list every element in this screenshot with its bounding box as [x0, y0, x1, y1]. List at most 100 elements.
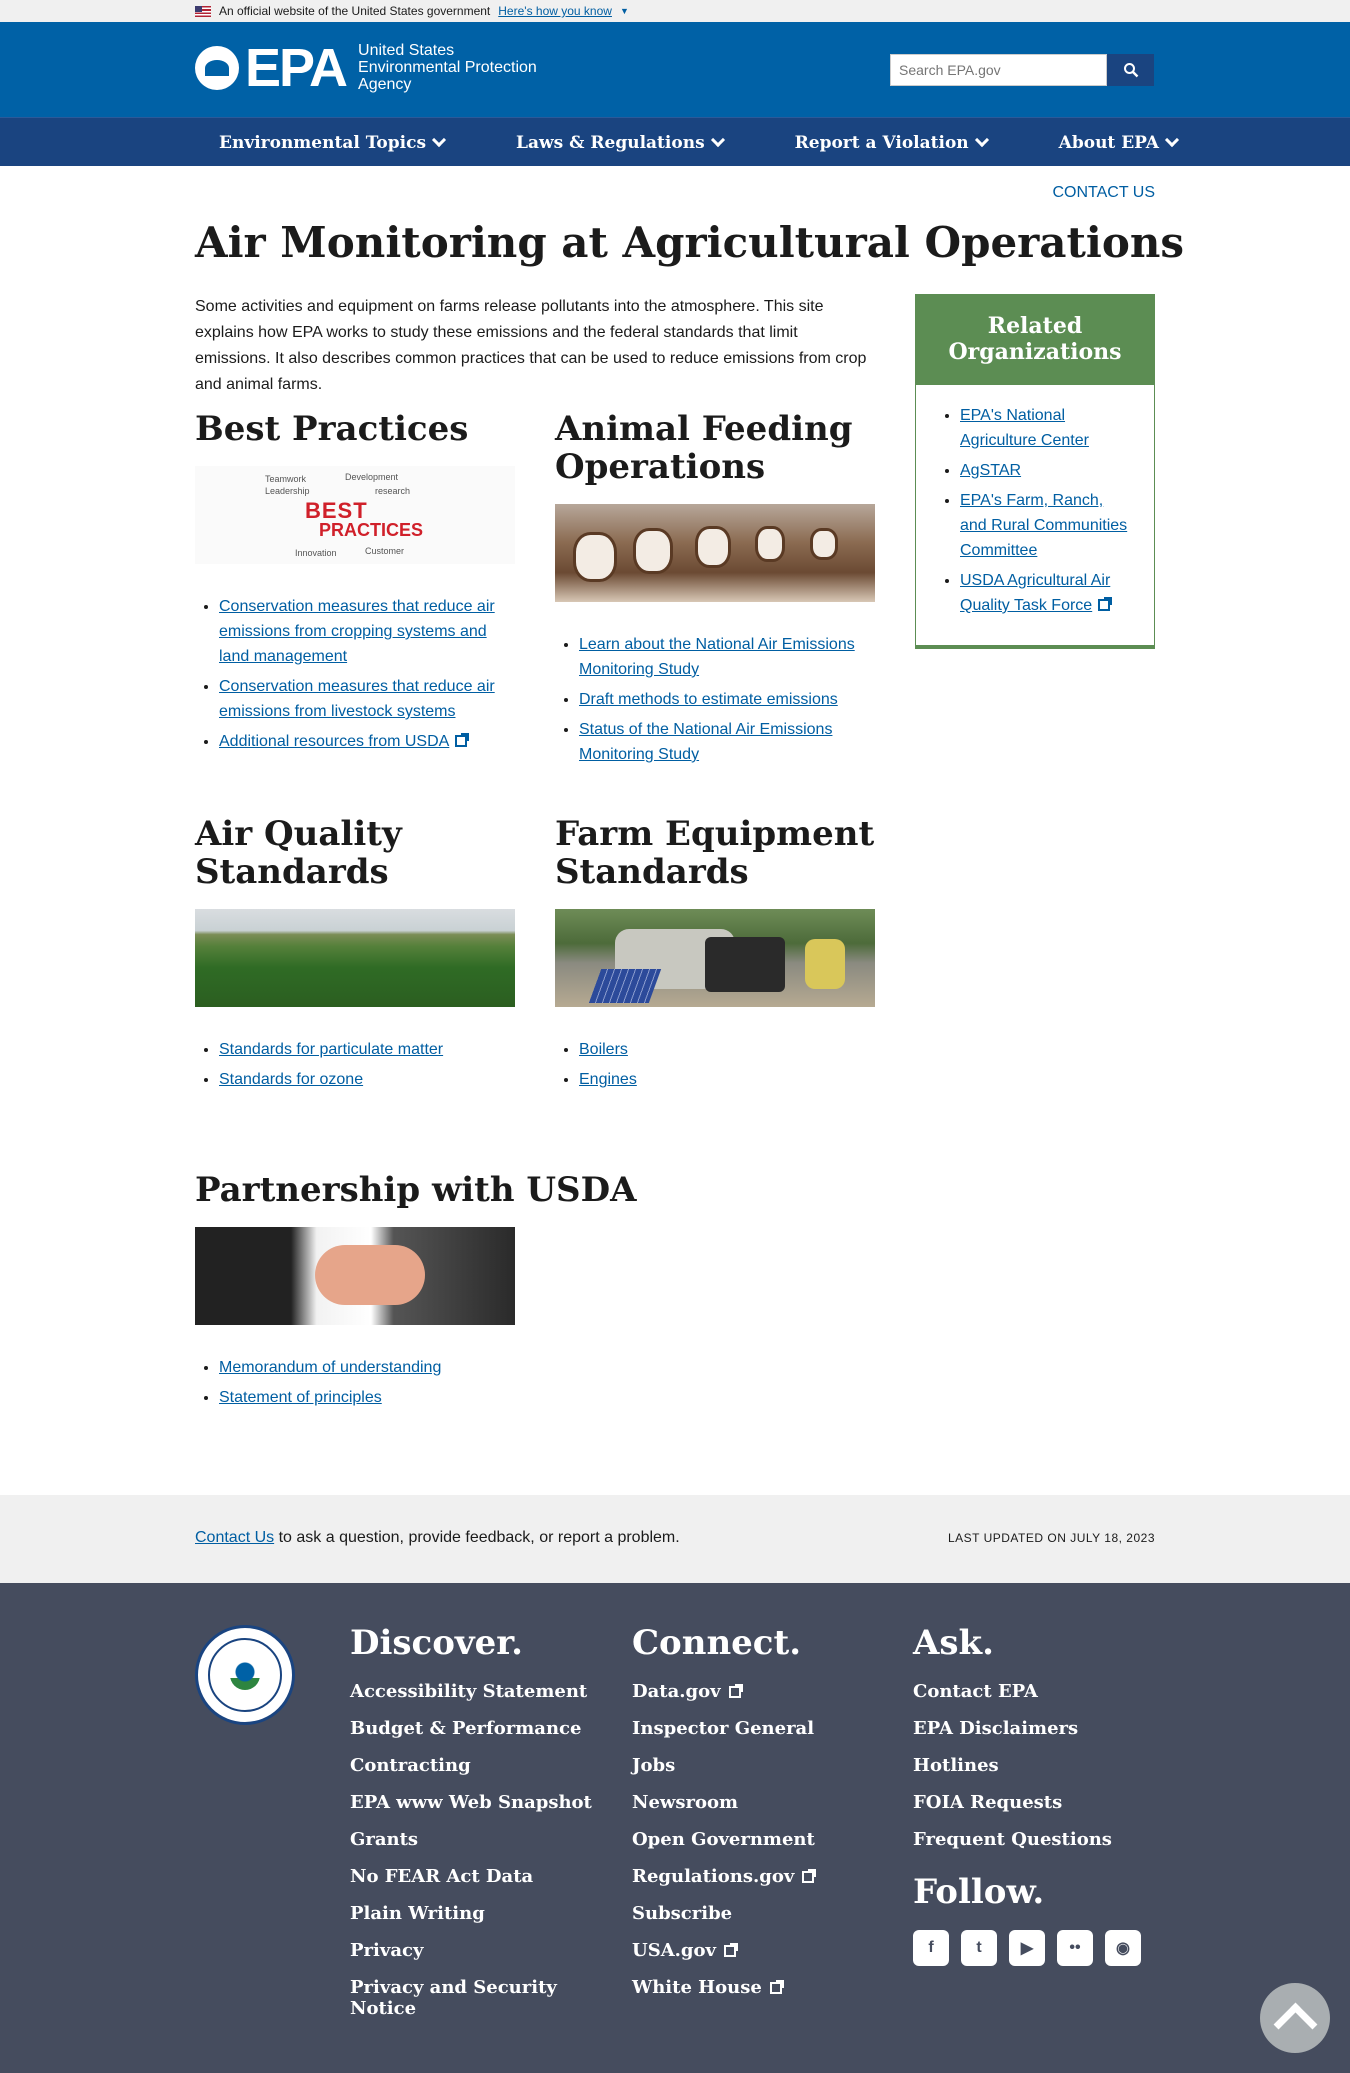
usda-section: Partnership with USDA Memorandum of unde…	[195, 1171, 715, 1415]
usda-links: Memorandum of understanding Statement of…	[195, 1355, 715, 1410]
best-practices-image: Teamwork Development Leadership research…	[195, 466, 515, 564]
section-heading: Farm Equipment Standards	[555, 814, 875, 892]
footer-link[interactable]: Subscribe	[632, 1903, 815, 1924]
epa-mark-icon	[195, 45, 239, 90]
footer-link[interactable]: Grants	[350, 1829, 592, 1850]
footer-link[interactable]: Inspector General	[632, 1718, 815, 1739]
chevron-down-icon	[1164, 132, 1179, 148]
footer-link[interactable]: Frequent Questions	[913, 1829, 1141, 1850]
footer-link[interactable]: Open Government	[632, 1829, 815, 1850]
footer-link[interactable]: Jobs	[632, 1755, 815, 1776]
link[interactable]: AgSTAR	[960, 462, 1021, 479]
footer-link[interactable]: Hotlines	[913, 1755, 1141, 1776]
link[interactable]: Memorandum of understanding	[219, 1359, 441, 1376]
link[interactable]: USDA Agricultural Air Quality Task Force	[960, 572, 1110, 614]
nav-item-report-violation[interactable]: Report a Violation	[795, 132, 989, 153]
chevron-down-icon	[974, 132, 989, 148]
footer-link[interactable]: Privacy and Security Notice	[350, 1977, 560, 2019]
contact-us-link[interactable]: CONTACT US	[1052, 184, 1155, 202]
link[interactable]: Additional resources from USDA	[219, 733, 449, 750]
footer-link[interactable]: Accessibility Statement	[350, 1681, 592, 1702]
link[interactable]: Boilers	[579, 1041, 628, 1058]
footer-link[interactable]: USA.gov	[632, 1940, 815, 1961]
search-form	[890, 54, 1154, 86]
farm-equipment-section: Farm Equipment Standards Boilers Engines	[555, 815, 875, 1097]
link[interactable]: Engines	[579, 1071, 637, 1088]
footer-link[interactable]: FOIA Requests	[913, 1792, 1141, 1813]
footer-ask: Ask. Contact EPA EPA Disclaimers Hotline…	[913, 1623, 1141, 1966]
epa-logo[interactable]: EPA United States Environmental Protecti…	[195, 41, 537, 95]
footer-discover: Discover. Accessibility Statement Budget…	[350, 1623, 592, 2035]
search-icon	[1123, 63, 1138, 78]
list-item: Draft methods to estimate emissions	[579, 687, 875, 712]
footer-link[interactable]: Data.gov	[632, 1681, 815, 1702]
footer-heading: Discover.	[350, 1623, 523, 1663]
farm-equipment-links: Boilers Engines	[555, 1037, 875, 1092]
footer-link[interactable]: Contact EPA	[913, 1681, 1141, 1702]
link[interactable]: EPA's National Agriculture Center	[960, 407, 1089, 449]
farm-equipment-image	[555, 909, 875, 1007]
footer-link[interactable]: No FEAR Act Data	[350, 1866, 592, 1887]
list-item: EPA's National Agriculture Center	[960, 403, 1134, 453]
link[interactable]: Conservation measures that reduce air em…	[219, 598, 495, 665]
search-input[interactable]	[890, 54, 1107, 86]
footer-heading: Connect.	[632, 1623, 802, 1663]
footer-link[interactable]: EPA www Web Snapshot	[350, 1792, 592, 1813]
link[interactable]: EPA's Farm, Ranch, and Rural Communities…	[960, 492, 1127, 559]
related-links: EPA's National Agriculture Center AgSTAR…	[916, 385, 1154, 618]
link[interactable]: Learn about the National Air Emissions M…	[579, 636, 855, 678]
list-item: USDA Agricultural Air Quality Task Force	[960, 568, 1134, 618]
facebook-icon[interactable]: f	[913, 1930, 949, 1966]
contact-us-footer-link[interactable]: Contact Us	[195, 1529, 274, 1546]
section-heading: Air Quality Standards	[195, 814, 402, 892]
list-item: Conservation measures that reduce air em…	[219, 594, 515, 669]
link[interactable]: Status of the National Air Emissions Mon…	[579, 721, 832, 763]
cattle-image	[555, 504, 875, 602]
how-you-know-link[interactable]: Here's how you know	[498, 4, 612, 18]
list-item: Statement of principles	[219, 1385, 715, 1410]
external-link-icon	[769, 1979, 784, 1994]
external-link-icon	[728, 1683, 743, 1698]
footer-heading: Ask.	[913, 1623, 994, 1663]
back-to-top-button[interactable]	[1260, 1983, 1330, 2053]
footer-link[interactable]: White House	[632, 1977, 815, 1998]
nav-item-environmental-topics[interactable]: Environmental Topics	[219, 133, 447, 153]
agency-name: United States Environmental Protection A…	[358, 42, 537, 93]
link[interactable]: Standards for ozone	[219, 1071, 363, 1088]
search-button[interactable]	[1107, 54, 1154, 86]
link[interactable]: Standards for particulate matter	[219, 1041, 443, 1058]
link[interactable]: Statement of principles	[219, 1389, 382, 1406]
twitter-icon[interactable]: t	[961, 1930, 997, 1966]
footer-link[interactable]: Privacy	[350, 1940, 592, 1961]
section-heading: Best Practices	[195, 409, 469, 449]
main-nav: Environmental Topics Laws & Regulations …	[0, 117, 1350, 166]
link[interactable]: Conservation measures that reduce air em…	[219, 678, 495, 720]
instagram-icon[interactable]: ◉	[1105, 1930, 1141, 1966]
footer-link[interactable]: Contracting	[350, 1755, 592, 1776]
crop-field-image	[195, 909, 515, 1007]
link[interactable]: Draft methods to estimate emissions	[579, 691, 838, 708]
aside-heading: Related Organizations	[916, 295, 1154, 385]
footer-link[interactable]: Regulations.gov	[632, 1866, 817, 1887]
list-item: Memorandum of understanding	[219, 1355, 715, 1380]
handshake-image	[195, 1227, 515, 1325]
intro-text: Some activities and equipment on farms r…	[195, 298, 867, 393]
footer-link[interactable]: Newsroom	[632, 1792, 815, 1813]
site-header: EPA United States Environmental Protecti…	[0, 22, 1350, 117]
section-heading: Animal Feeding Operations	[555, 409, 853, 487]
air-quality-links: Standards for particulate matter Standar…	[195, 1037, 515, 1092]
youtube-icon[interactable]: ▶	[1009, 1930, 1045, 1966]
footer-link[interactable]: EPA Disclaimers	[913, 1718, 1141, 1739]
section-heading: Partnership with USDA	[195, 1170, 637, 1210]
animal-feeding-section: Animal Feeding Operations Learn about th…	[555, 410, 875, 772]
nav-item-about-epa[interactable]: About EPA	[1059, 132, 1179, 153]
page-title: Air Monitoring at Agricultural Operation…	[195, 218, 1185, 267]
last-updated-date: LAST UPDATED ON JULY 18, 2023	[947, 1531, 1155, 1545]
footer-link[interactable]: Plain Writing	[350, 1903, 592, 1924]
flickr-icon[interactable]: ••	[1057, 1930, 1093, 1966]
contact-prompt: Contact Us to ask a question, provide fe…	[195, 1529, 680, 1546]
list-item: Conservation measures that reduce air em…	[219, 674, 515, 724]
nav-item-laws-regulations[interactable]: Laws & Regulations	[516, 133, 725, 153]
footer-link[interactable]: Budget & Performance	[350, 1718, 592, 1739]
list-item: AgSTAR	[960, 458, 1134, 483]
